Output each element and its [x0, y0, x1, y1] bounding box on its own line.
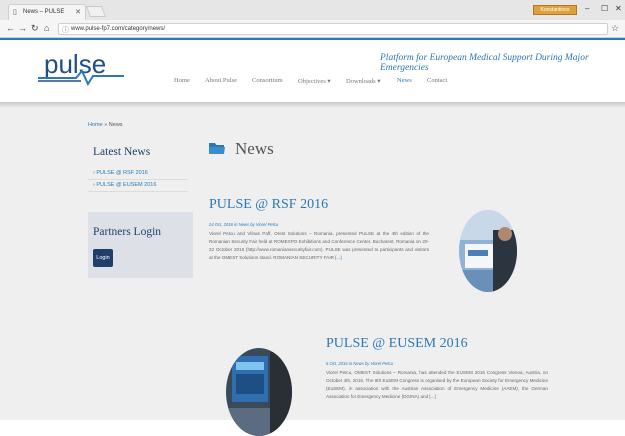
sidebar-divider: [88, 179, 188, 180]
nav-news[interactable]: News: [397, 77, 412, 84]
page-icon: ▯: [13, 9, 17, 16]
login-button[interactable]: Login: [93, 249, 113, 267]
tab-bar: ▯ News – PULSE ✕ Konstantinos – ☐ ✕: [0, 0, 625, 20]
folder-icon: [209, 143, 225, 154]
back-icon[interactable]: ←: [6, 23, 15, 33]
post-excerpt: Viorel Petcu and Vlinas Paff, Orest Solu…: [209, 230, 429, 262]
page-title: News: [235, 139, 274, 158]
nav-about-pulse[interactable]: About Pulse: [205, 77, 237, 84]
maximize-icon[interactable]: ☐: [601, 4, 608, 13]
sidebar-news-link-label: PULSE @ RSF 2016: [96, 170, 148, 176]
browser-window: ▯ News – PULSE ✕ Konstantinos – ☐ ✕ ← → …: [0, 0, 625, 436]
latest-news-heading: Latest News: [93, 146, 151, 158]
close-tab-icon[interactable]: ✕: [75, 8, 81, 16]
read-more-link[interactable]: [...]: [429, 394, 435, 399]
partners-login-panel: [88, 212, 193, 278]
read-more-link[interactable]: [...]: [335, 255, 341, 260]
profile-badge[interactable]: Konstantinos: [533, 5, 577, 15]
nav-consortium[interactable]: Consortium: [252, 77, 283, 84]
close-window-icon[interactable]: ✕: [615, 4, 622, 13]
sidebar-news-link[interactable]: › PULSE @ RSF 2016: [93, 170, 188, 176]
breadcrumb-home[interactable]: Home: [88, 122, 103, 128]
sidebar-news-link[interactable]: › PULSE @ EUSEM 2016: [93, 182, 188, 188]
post-thumbnail[interactable]: [459, 210, 517, 292]
url-text: www.pulse-fp7.com/category/news/: [71, 26, 166, 32]
nav-objectives[interactable]: Objectives ▾: [298, 77, 331, 85]
post-photo: [226, 348, 292, 436]
main-navigation: Home About Pulse Consortium Objectives ▾…: [0, 77, 625, 89]
post-excerpt-text: Viorel Petcu and Vlinas Paff, Orest Solu…: [209, 231, 429, 260]
new-tab-button[interactable]: [85, 6, 107, 17]
post-excerpt: Viorel Petcu, OMEST Solutions – Romania,…: [326, 369, 548, 415]
reload-icon[interactable]: ↻: [31, 23, 39, 34]
partners-login-heading: Partners Login: [93, 226, 162, 238]
sidebar-news-link-label: PULSE @ EUSEM 2016: [96, 182, 157, 188]
post-excerpt-text: Viorel Petcu, OMEST Solutions – Romania,…: [326, 370, 548, 399]
logo-text: pulse: [44, 49, 106, 79]
site-tagline: Platform for European Medical Support Du…: [380, 53, 589, 73]
nav-downloads[interactable]: Downloads ▾: [346, 77, 381, 85]
tab-title: News – PULSE: [23, 9, 65, 15]
sidebar-divider: [88, 191, 188, 192]
home-icon[interactable]: ⌂: [44, 23, 49, 33]
breadcrumb-current: News: [108, 122, 123, 128]
post-title-link[interactable]: PULSE @ EUSEM 2016: [326, 336, 468, 352]
post-meta: 5 Oct, 2016 in News by Viorel Petcu: [326, 361, 393, 366]
post-meta: 24 Oct, 2016 in News by Viorel Petcu: [209, 222, 279, 227]
info-icon[interactable]: ⓘ: [62, 25, 69, 35]
breadcrumb: Home » News: [88, 122, 123, 128]
nav-home[interactable]: Home: [174, 77, 190, 84]
address-bar-row: ← → ↻ ⌂ ⓘ www.pulse-fp7.com/category/new…: [0, 20, 625, 38]
post-thumbnail[interactable]: [226, 348, 292, 436]
forward-icon[interactable]: →: [18, 23, 27, 33]
header-accent-line: [0, 38, 625, 40]
post-title-link[interactable]: PULSE @ RSF 2016: [209, 197, 328, 213]
browser-tab[interactable]: ▯ News – PULSE ✕: [8, 4, 86, 20]
minimize-icon[interactable]: –: [585, 4, 589, 13]
nav-contact[interactable]: Contact: [427, 77, 447, 84]
bookmark-star-icon[interactable]: ☆: [611, 23, 619, 34]
url-field[interactable]: ⓘ www.pulse-fp7.com/category/news/: [58, 23, 608, 35]
post-photo: [459, 210, 517, 292]
